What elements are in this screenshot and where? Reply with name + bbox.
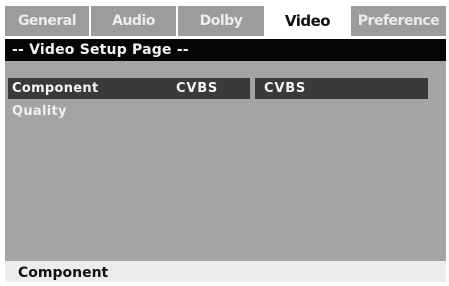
settings-panel: Component CVBS CVBS Quality: [5, 61, 446, 261]
tab-dolby[interactable]: Dolby: [178, 6, 266, 36]
menu-item-label: Quality: [12, 104, 67, 119]
menu-item-current-value: CVBS: [176, 81, 219, 96]
option-cvbs[interactable]: CVBS: [264, 78, 306, 99]
tab-audio[interactable]: Audio: [91, 6, 178, 36]
tab-general[interactable]: General: [5, 6, 91, 36]
tab-preference[interactable]: Preference: [351, 6, 446, 36]
status-bar: Component: [5, 261, 446, 282]
menu-item-label: Component: [12, 81, 99, 96]
page-title: -- Video Setup Page --: [5, 39, 446, 61]
menu-item-component[interactable]: Component CVBS CVBS: [8, 78, 428, 99]
setup-tab-bar: General Audio Dolby Video Preference: [5, 6, 446, 36]
menu-item-quality[interactable]: Quality: [8, 101, 250, 122]
dvd-setup-screen: General Audio Dolby Video Preference -- …: [5, 6, 446, 282]
tab-video[interactable]: Video: [266, 6, 351, 36]
